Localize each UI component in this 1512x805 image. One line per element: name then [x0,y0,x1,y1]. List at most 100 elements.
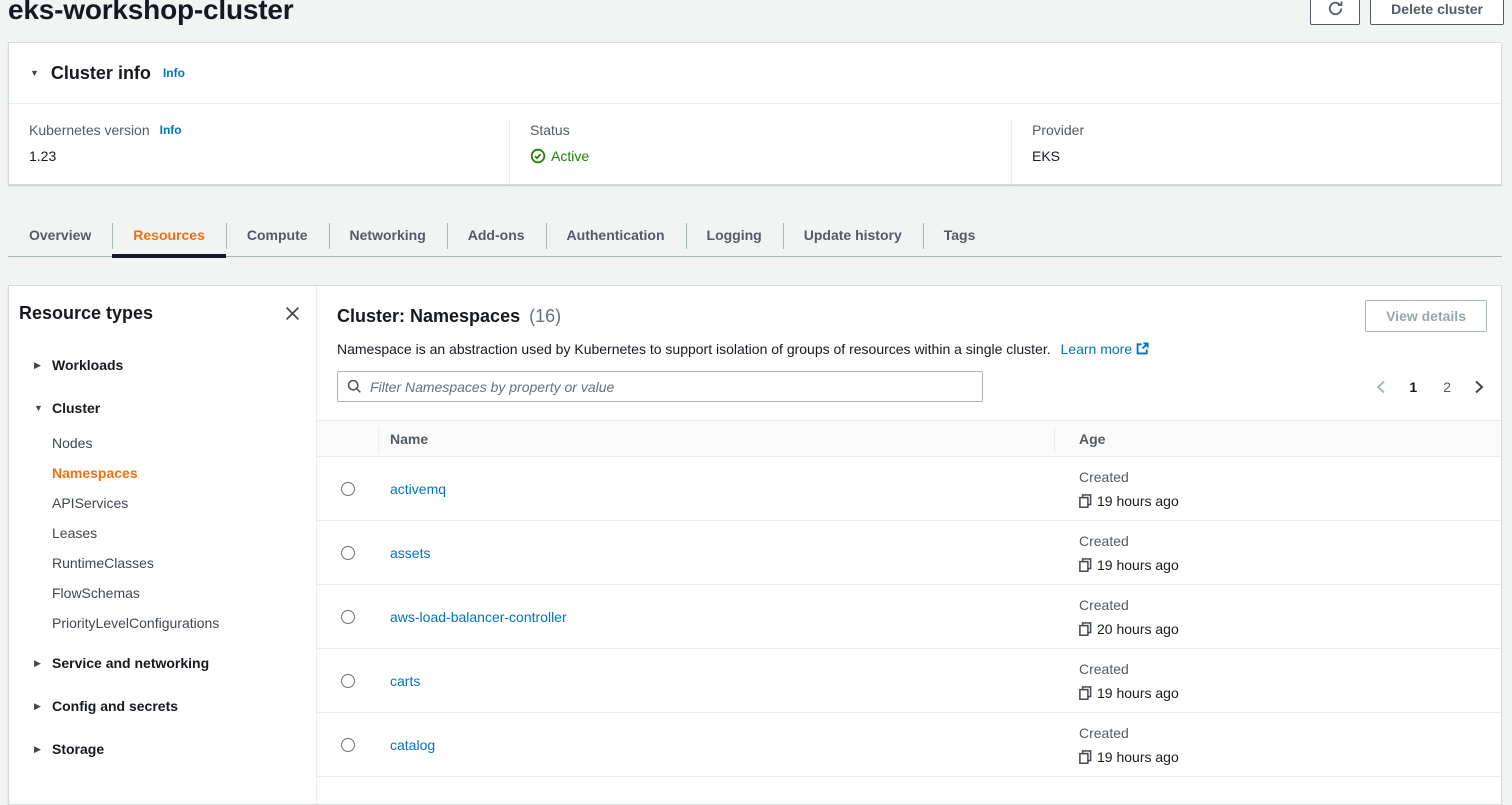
row-radio-button[interactable] [341,610,355,624]
search-icon [347,379,362,394]
sidebar-item-namespaces[interactable]: Namespaces [34,458,302,488]
namespaces-content: Cluster: Namespaces (16) View details Na… [317,286,1501,804]
copy-icon[interactable] [1079,622,1097,636]
sidebar-item-leases[interactable]: Leases [34,518,302,548]
previous-page-icon[interactable] [1373,380,1389,394]
namespaces-table: Name Age activemq Created 19 hours ago a… [317,420,1501,777]
sidebar-item-prioritylevelconfigurations[interactable]: PriorityLevelConfigurations [34,608,302,638]
triangle-right-icon: ▶ [34,360,44,371]
age-value: 20 hours ago [1097,619,1179,639]
filter-namespaces-input[interactable] [370,379,973,395]
created-label: Created [1079,659,1501,679]
copy-icon[interactable] [1079,558,1097,572]
created-label: Created [1079,723,1501,743]
tab-add-ons[interactable]: Add-ons [447,215,546,256]
sidebar-item-apiservices[interactable]: APIServices [34,488,302,518]
resource-types-sidebar: Resource types ▶ Workloads ▼ Cluster Nod… [9,286,317,804]
table-row: catalog Created 19 hours ago [317,713,1501,777]
tab-authentication[interactable]: Authentication [546,215,686,256]
sidebar-item-nodes[interactable]: Nodes [34,428,302,458]
view-details-button[interactable]: View details [1365,300,1487,332]
tab-resources[interactable]: Resources [112,215,226,256]
cluster-tabs: Overview Resources Compute Networking Ad… [8,215,1502,257]
refresh-button[interactable] [1310,0,1360,25]
page-title: eks-workshop-cluster [8,0,293,27]
age-value: 19 hours ago [1097,555,1179,575]
tab-overview[interactable]: Overview [8,215,112,256]
tree-section-workloads[interactable]: ▶ Workloads [34,354,302,376]
cluster-sub-list: Nodes Namespaces APIServices Leases Runt… [34,428,302,638]
created-label: Created [1079,595,1501,615]
provider-value: EKS [1032,146,1501,166]
cluster-info-title: Cluster info [51,63,151,84]
next-page-icon[interactable] [1471,380,1487,394]
cluster-info-panel: ▼ Cluster info Info Kubernetes version I… [8,42,1502,185]
tree-section-config-and-secrets[interactable]: ▶ Config and secrets [34,695,302,717]
row-radio-button[interactable] [341,546,355,560]
status-value: Active [551,146,589,166]
cluster-info-info-link[interactable]: Info [163,66,185,80]
status-field: Status Active [509,120,1011,185]
triangle-down-icon: ▼ [34,403,44,413]
close-icon[interactable] [283,304,302,323]
created-label: Created [1079,467,1501,487]
tree-section-label: Service and networking [52,655,209,671]
triangle-right-icon: ▶ [34,658,44,669]
namespaces-title: Cluster: Namespaces [337,306,520,326]
table-row: aws-load-balancer-controller Created 20 … [317,585,1501,649]
row-radio-button[interactable] [341,482,355,496]
collapse-triangle-icon[interactable]: ▼ [30,68,39,78]
tree-section-label: Storage [52,741,104,757]
resource-types-tree: ▶ Workloads ▼ Cluster Nodes Namespaces A… [19,354,302,760]
tab-update-history[interactable]: Update history [783,215,923,256]
row-radio-button[interactable] [341,738,355,752]
created-label: Created [1079,531,1501,551]
kubernetes-version-field: Kubernetes version Info 1.23 [9,120,509,185]
triangle-right-icon: ▶ [34,744,44,755]
status-label: Status [530,120,570,140]
copy-icon[interactable] [1079,494,1097,508]
namespace-link[interactable]: carts [390,673,420,689]
copy-icon[interactable] [1079,686,1097,700]
tab-networking[interactable]: Networking [329,215,447,256]
tree-section-label: Config and secrets [52,698,178,714]
provider-field: Provider EKS [1011,120,1501,185]
tab-compute[interactable]: Compute [226,215,329,256]
filter-box [337,371,983,402]
triangle-right-icon: ▶ [34,701,44,712]
sidebar-item-flowschemas[interactable]: FlowSchemas [34,578,302,608]
header-actions: Delete cluster [1310,0,1504,25]
cluster-info-body: Kubernetes version Info 1.23 Status Acti… [9,104,1501,185]
page-1-button[interactable]: 1 [1403,379,1423,395]
namespace-link[interactable]: aws-load-balancer-controller [390,609,567,625]
column-header-age[interactable]: Age [1079,431,1105,447]
page-2-button[interactable]: 2 [1437,379,1457,395]
table-header: Name Age [317,420,1501,457]
tab-logging[interactable]: Logging [686,215,783,256]
kubernetes-version-info-link[interactable]: Info [160,120,182,140]
sidebar-item-runtimeclasses[interactable]: RuntimeClasses [34,548,302,578]
resource-types-title: Resource types [19,303,153,324]
tree-section-service-and-networking[interactable]: ▶ Service and networking [34,652,302,674]
tab-tags[interactable]: Tags [923,215,997,256]
age-value: 19 hours ago [1097,747,1179,767]
age-value: 19 hours ago [1097,683,1179,703]
tree-section-label: Cluster [52,400,100,416]
tree-section-storage[interactable]: ▶ Storage [34,738,302,760]
provider-label: Provider [1032,120,1084,140]
external-link-icon[interactable] [1136,342,1149,358]
copy-icon[interactable] [1079,750,1097,764]
namespaces-count: (16) [529,306,561,326]
column-header-name[interactable]: Name [390,431,428,447]
namespace-link[interactable]: assets [390,545,430,561]
cluster-info-header[interactable]: ▼ Cluster info Info [9,43,1501,104]
delete-cluster-button[interactable]: Delete cluster [1370,0,1504,25]
kubernetes-version-value: 1.23 [29,146,509,166]
namespace-link[interactable]: activemq [390,481,446,497]
namespace-link[interactable]: catalog [390,737,435,753]
row-radio-button[interactable] [341,674,355,688]
status-active-check-icon [530,148,551,164]
learn-more-link[interactable]: Learn more [1061,341,1133,357]
tree-section-cluster[interactable]: ▼ Cluster [34,397,302,419]
age-value: 19 hours ago [1097,491,1179,511]
